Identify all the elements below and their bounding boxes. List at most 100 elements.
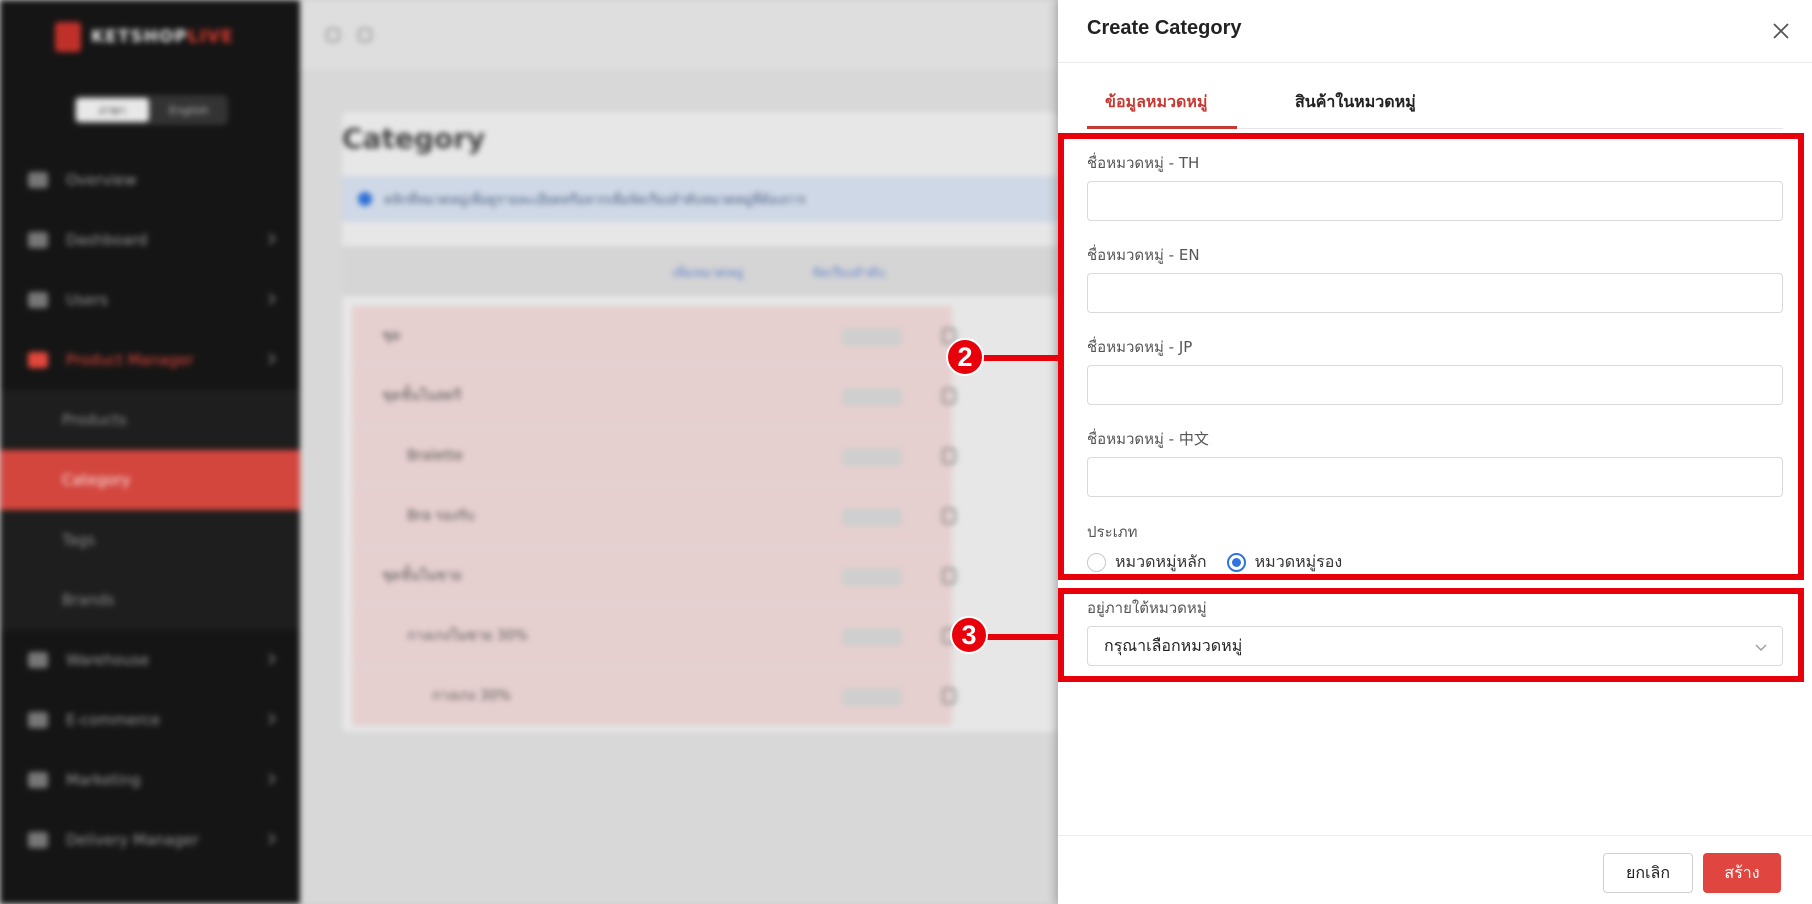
- category-toolbar: เพิ่มหมวดหมู่ จัดเรียงลำดับ: [342, 246, 1058, 296]
- active-tab-indicator: [1087, 126, 1237, 129]
- app-logo: KETSHOPLIVE: [55, 20, 255, 54]
- overview-icon: [28, 172, 48, 188]
- cancel-button[interactable]: ยกเลิก: [1603, 853, 1693, 893]
- sort-category-button[interactable]: จัดเรียงลำดับ: [812, 262, 885, 283]
- edit-icon[interactable]: [942, 448, 956, 464]
- chevron-up-icon: [264, 353, 276, 365]
- info-icon: [358, 192, 372, 206]
- tab-category-products[interactable]: สินค้าในหมวดหมู่: [1295, 90, 1416, 115]
- category-list: ชุด ชุดชั้นในสตรี Bralette Bra รองรับ ชุ…: [352, 306, 956, 726]
- list-item[interactable]: ชุดชั้นในสตรี: [352, 366, 956, 426]
- count-badge: [842, 388, 902, 406]
- count-badge: [842, 688, 902, 706]
- count-badge: [842, 568, 902, 586]
- page: KETSHOPLIVE ภาษา English Overview Dashbo…: [0, 0, 1812, 904]
- menu-icon[interactable]: [326, 28, 340, 42]
- tab-category-info[interactable]: ข้อมูลหมวดหมู่: [1105, 90, 1207, 115]
- type-label: ประเภท: [1087, 523, 1138, 541]
- annotation-number-3: 3: [950, 616, 988, 654]
- sidebar-item-users[interactable]: Users: [0, 270, 300, 330]
- chevron-down-icon: [264, 833, 276, 845]
- drawer-footer: ยกเลิก สร้าง: [1058, 835, 1812, 904]
- name-en-input[interactable]: [1087, 273, 1783, 313]
- marketing-icon: [28, 772, 48, 788]
- list-item[interactable]: ชุด: [352, 306, 956, 366]
- type-radio-group: หมวดหมู่หลัก หมวดหมู่รอง: [1087, 550, 1362, 574]
- drawer-tabs: ข้อมูลหมวดหมู่ สินค้าในหมวดหมู่: [1087, 80, 1783, 129]
- top-bar: [300, 0, 1058, 70]
- back-icon[interactable]: [358, 28, 372, 42]
- close-button[interactable]: [1770, 20, 1792, 42]
- background-app: KETSHOPLIVE ภาษา English Overview Dashbo…: [0, 0, 1058, 904]
- count-badge: [842, 328, 902, 346]
- sidebar-subitem-products[interactable]: Products: [0, 390, 300, 450]
- sidebar-item-delivery[interactable]: Delivery Manager: [0, 810, 300, 870]
- parent-category-label: อยู่ภายใต้หมวดหมู่: [1087, 599, 1207, 617]
- name-cn-input[interactable]: [1087, 457, 1783, 497]
- list-item[interactable]: กางเกง 30%: [352, 666, 956, 726]
- warehouse-icon: [28, 652, 48, 668]
- list-item[interactable]: Bralette: [352, 426, 956, 486]
- edit-icon[interactable]: [942, 688, 956, 704]
- close-icon: [1773, 23, 1789, 39]
- add-category-button[interactable]: เพิ่มหมวดหมู่: [672, 262, 744, 283]
- users-icon: [28, 292, 48, 308]
- delivery-icon: [28, 832, 48, 848]
- chevron-down-icon: [264, 773, 276, 785]
- product-icon: [28, 352, 48, 368]
- list-item[interactable]: กางเกงในชาย 30%: [352, 606, 956, 666]
- list-item[interactable]: Bra รองรับ: [352, 486, 956, 546]
- edit-icon[interactable]: [942, 568, 956, 584]
- sidebar-item-dashboard[interactable]: Dashboard: [0, 210, 300, 270]
- page-title: Category: [342, 122, 486, 155]
- create-category-drawer: Create Category ข้อมูลหมวดหมู่ สินค้าในห…: [1058, 0, 1812, 904]
- chevron-down-icon: [264, 233, 276, 245]
- sidebar-item-ecommerce[interactable]: E-commerce: [0, 690, 300, 750]
- list-item[interactable]: ชุดชั้นในชาย: [352, 546, 956, 606]
- dashboard-icon: [28, 232, 48, 248]
- name-en-label: ชื่อหมวดหมู่ - EN: [1087, 246, 1200, 264]
- drawer-header: Create Category: [1058, 0, 1812, 63]
- name-jp-label: ชื่อหมวดหมู่ - JP: [1087, 338, 1193, 356]
- name-jp-input[interactable]: [1087, 365, 1783, 405]
- sidebar: KETSHOPLIVE ภาษา English Overview Dashbo…: [0, 0, 300, 904]
- sidebar-item-overview[interactable]: Overview: [0, 150, 300, 210]
- chevron-down-icon: [1755, 644, 1767, 651]
- create-button[interactable]: สร้าง: [1703, 853, 1781, 893]
- sidebar-subitem-brands[interactable]: Brands: [0, 570, 300, 630]
- name-cn-label: ชื่อหมวดหมู่ - 中文: [1087, 430, 1209, 448]
- logo-text: KETSHOPLIVE: [91, 27, 234, 47]
- radio-checked: [1226, 552, 1246, 572]
- lang-option-en[interactable]: English: [153, 98, 226, 122]
- count-badge: [842, 628, 902, 646]
- edit-icon[interactable]: [942, 508, 956, 524]
- logo-mark-icon: [55, 22, 81, 52]
- radio-main-category[interactable]: หมวดหมู่หลัก: [1087, 550, 1207, 575]
- info-banner: คลิกที่หมวดหมู่เพื่อดูรายละเอียดหรือลากเ…: [342, 176, 1058, 222]
- edit-icon[interactable]: [942, 388, 956, 404]
- language-switch[interactable]: ภาษา English: [73, 95, 228, 125]
- count-badge: [842, 508, 902, 526]
- sidebar-item-product-manager[interactable]: Product Manager: [0, 330, 300, 390]
- ecommerce-icon: [28, 712, 48, 728]
- name-th-input[interactable]: [1087, 181, 1783, 221]
- info-text: คลิกที่หมวดหมู่เพื่อดูรายละเอียดหรือลากเ…: [384, 192, 806, 208]
- chevron-down-icon: [264, 293, 276, 305]
- drawer-title: Create Category: [1087, 17, 1242, 39]
- sidebar-nav: Overview Dashboard Users Product Manager…: [0, 150, 300, 870]
- sidebar-subitem-category[interactable]: Category: [0, 450, 300, 510]
- lang-option-th[interactable]: ภาษา: [76, 98, 149, 122]
- radio-unchecked: [1087, 552, 1106, 572]
- sidebar-subitem-tags[interactable]: Tags: [0, 510, 300, 570]
- main-content: Category คลิกที่หมวดหมู่เพื่อดูรายละเอีย…: [300, 0, 1058, 904]
- parent-category-placeholder: กรุณาเลือกหมวดหมู่: [1104, 635, 1243, 655]
- parent-category-select[interactable]: กรุณาเลือกหมวดหมู่: [1087, 626, 1783, 666]
- sidebar-item-warehouse[interactable]: Warehouse: [0, 630, 300, 690]
- sidebar-item-marketing[interactable]: Marketing: [0, 750, 300, 810]
- name-th-label: ชื่อหมวดหมู่ - TH: [1087, 154, 1200, 172]
- radio-sub-category[interactable]: หมวดหมู่รอง: [1226, 550, 1342, 575]
- count-badge: [842, 448, 902, 466]
- chevron-down-icon: [264, 713, 276, 725]
- annotation-number-2: 2: [946, 338, 984, 376]
- chevron-down-icon: [264, 653, 276, 665]
